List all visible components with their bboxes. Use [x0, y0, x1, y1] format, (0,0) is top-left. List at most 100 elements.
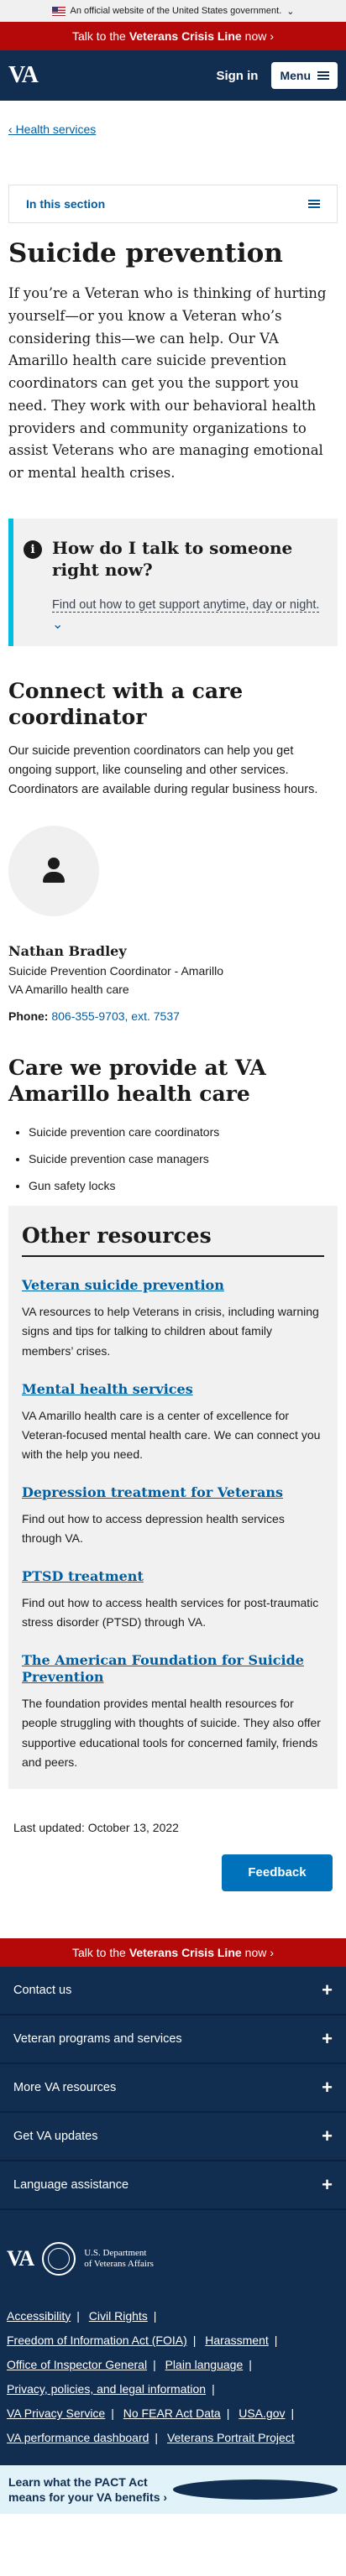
hamburger-icon: [317, 71, 329, 80]
breadcrumb-label: Health services: [15, 123, 97, 136]
last-updated: Last updated: October 13, 2022: [13, 1820, 179, 1834]
coordinator-name: Nathan Bradley: [8, 942, 127, 959]
va-seal-icon: [42, 2241, 76, 2276]
coordinator-facility: VA Amarillo health care: [8, 982, 129, 996]
pact-act-banner: Learn what the PACT Act means for your V…: [0, 2465, 346, 2515]
resources-heading: Other resources: [22, 1223, 324, 1258]
gov-banner[interactable]: An official website of the United States…: [0, 0, 346, 22]
footer-link[interactable]: VA Privacy Service: [7, 2407, 105, 2420]
person-icon: [40, 857, 67, 884]
breadcrumb-link[interactable]: ‹ Health services: [8, 123, 96, 136]
footer-links: Accessibility | Civil Rights | Freedom of …: [7, 2308, 295, 2445]
footer-link[interactable]: USA.gov: [239, 2407, 285, 2420]
us-flag-icon: [51, 6, 66, 16]
resource-desc: Find out how to access depression health…: [22, 1511, 285, 1546]
care-list: Suicide prevention care coordinators Sui…: [29, 1125, 338, 1192]
footer-link[interactable]: Privacy, policies, and legal information: [7, 2382, 206, 2396]
resource-link[interactable]: Veteran suicide prevention: [22, 1277, 224, 1293]
crisis-suffix: now: [244, 29, 267, 43]
section-nav-label: In this section: [26, 197, 106, 211]
crisis-emphasis: Veterans Crisis Line: [128, 1945, 242, 1959]
list-item: Suicide prevention case managers: [29, 1152, 338, 1165]
footer-link[interactable]: Plain language: [165, 2358, 244, 2371]
crisis-line-banner[interactable]: Talk to the Veterans Crisis Line now ›: [0, 22, 346, 50]
chevron-down-icon: ⌄: [286, 6, 295, 17]
resource-desc: The foundation provides mental health re…: [22, 1697, 321, 1769]
resource-link[interactable]: The American Foundation for Suicide Prev…: [22, 1652, 304, 1685]
crisis-prefix: Talk to the: [71, 29, 126, 43]
info-icon: i: [24, 540, 42, 559]
crisis-suffix: now: [244, 1945, 267, 1959]
footer-logos[interactable]: VA U.S. Department of Veterans Affairs: [7, 2241, 339, 2276]
plus-icon: +: [322, 2125, 333, 2146]
resource-desc: VA resources to help Veterans in crisis,…: [22, 1305, 319, 1358]
hamburger-icon: [308, 200, 320, 208]
close-icon[interactable]: ✕: [173, 2480, 338, 2500]
callout-title: How do I talk to someone right now?: [52, 537, 293, 580]
menu-label: Menu: [280, 69, 311, 82]
care-heading: Care we provide at VA Amarillo health ca…: [8, 1055, 266, 1106]
coordinator-phone: Phone: 806-355-9703, ext. 7537: [8, 1009, 338, 1023]
phone-label: Phone:: [8, 1009, 49, 1023]
coordinator-role: Suicide Prevention Coordinator - Amarill…: [8, 963, 224, 978]
chevron-down-icon: ⌄: [52, 617, 64, 632]
coordinator-heading: Connect with a care coordinator: [8, 678, 244, 729]
footer-link[interactable]: No FEAR Act Data: [123, 2407, 221, 2420]
menu-button[interactable]: Menu: [271, 62, 338, 89]
footer-link[interactable]: Freedom of Information Act (FOIA): [7, 2334, 187, 2347]
resource-link[interactable]: Depression treatment for Veterans: [22, 1484, 283, 1500]
chevron-left-icon: ‹: [8, 123, 13, 136]
resource-item: Mental health services VA Amarillo healt…: [22, 1381, 324, 1464]
plus-icon: +: [322, 2076, 333, 2098]
footer-link[interactable]: Civil Rights: [89, 2309, 148, 2323]
footer-bottom: VA U.S. Department of Veterans Affairs Ac…: [0, 2209, 346, 2466]
footer-link[interactable]: Harassment: [205, 2334, 268, 2347]
feedback-button[interactable]: Feedback: [222, 1854, 333, 1891]
resource-item: Veteran suicide prevention VA resources …: [22, 1277, 324, 1360]
gov-banner-text: An official website of the United States…: [70, 6, 282, 16]
crisis-prefix: Talk to the: [71, 1945, 126, 1959]
phone-link[interactable]: 806-355-9703, ext. 7537: [51, 1009, 180, 1023]
callout-expander[interactable]: Find out how to get support anytime, day…: [52, 596, 324, 633]
crisis-callout: i How do I talk to someone right now? Fi…: [8, 518, 338, 646]
department-name: U.S. Department of Veterans Affairs: [84, 2247, 154, 2269]
other-resources: Other resources Veteran suicide preventi…: [8, 1206, 338, 1789]
section-nav-toggle[interactable]: In this section: [8, 185, 338, 223]
footer-accordion-updates[interactable]: Get VA updates +: [0, 2112, 346, 2161]
resource-link[interactable]: PTSD treatment: [22, 1568, 144, 1584]
callout-text: Find out how to get support anytime, day…: [52, 597, 320, 613]
va-logo[interactable]: VA: [8, 62, 39, 89]
footer-link[interactable]: Veterans Portrait Project: [167, 2431, 295, 2444]
chevron-right-icon: ›: [270, 29, 275, 43]
lead-paragraph: If you’re a Veteran who is thinking of h…: [8, 285, 327, 481]
resource-desc: VA Amarillo health care is a center of e…: [22, 1408, 321, 1461]
footer-accordion-contact[interactable]: Contact us +: [0, 1966, 346, 2015]
plus-icon: +: [322, 2173, 333, 2195]
list-item: Suicide prevention care coordinators: [29, 1125, 338, 1139]
pact-link[interactable]: Learn what the PACT Act means for your V…: [8, 2474, 173, 2505]
coordinator-intro: Our suicide prevention coordinators can …: [8, 744, 318, 797]
site-header: VA Sign in Menu: [0, 50, 346, 101]
accordion-label: Get VA updates: [13, 2129, 98, 2143]
sign-in-link[interactable]: Sign in: [216, 69, 258, 83]
accordion-label: Veteran programs and services: [13, 2031, 182, 2046]
chevron-right-icon: ›: [270, 1945, 275, 1959]
footer-accordion-resources[interactable]: More VA resources +: [0, 2063, 346, 2113]
resource-item: Depression treatment for Veterans Find o…: [22, 1484, 324, 1548]
plus-icon: +: [322, 1979, 333, 2000]
footer-link[interactable]: VA performance dashboard: [7, 2431, 149, 2444]
footer-va-logo: VA: [7, 2245, 34, 2271]
accordion-label: More VA resources: [13, 2080, 117, 2094]
footer-accordion-programs[interactable]: Veteran programs and services +: [0, 2015, 346, 2064]
resource-item: The American Foundation for Suicide Prev…: [22, 1652, 324, 1771]
resource-link[interactable]: Mental health services: [22, 1381, 193, 1397]
resource-desc: Find out how to access health services f…: [22, 1596, 319, 1630]
crisis-emphasis: Veterans Crisis Line: [128, 29, 242, 43]
footer-link[interactable]: Office of Inspector General: [7, 2358, 147, 2371]
list-item: Gun safety locks: [29, 1179, 338, 1192]
footer-link[interactable]: Accessibility: [7, 2309, 71, 2323]
accordion-label: Language assistance: [13, 2177, 129, 2192]
footer-accordion-language[interactable]: Language assistance +: [0, 2161, 346, 2210]
page-title: Suicide prevention: [8, 238, 283, 269]
footer-crisis-line-banner[interactable]: Talk to the Veterans Crisis Line now ›: [0, 1937, 346, 1967]
